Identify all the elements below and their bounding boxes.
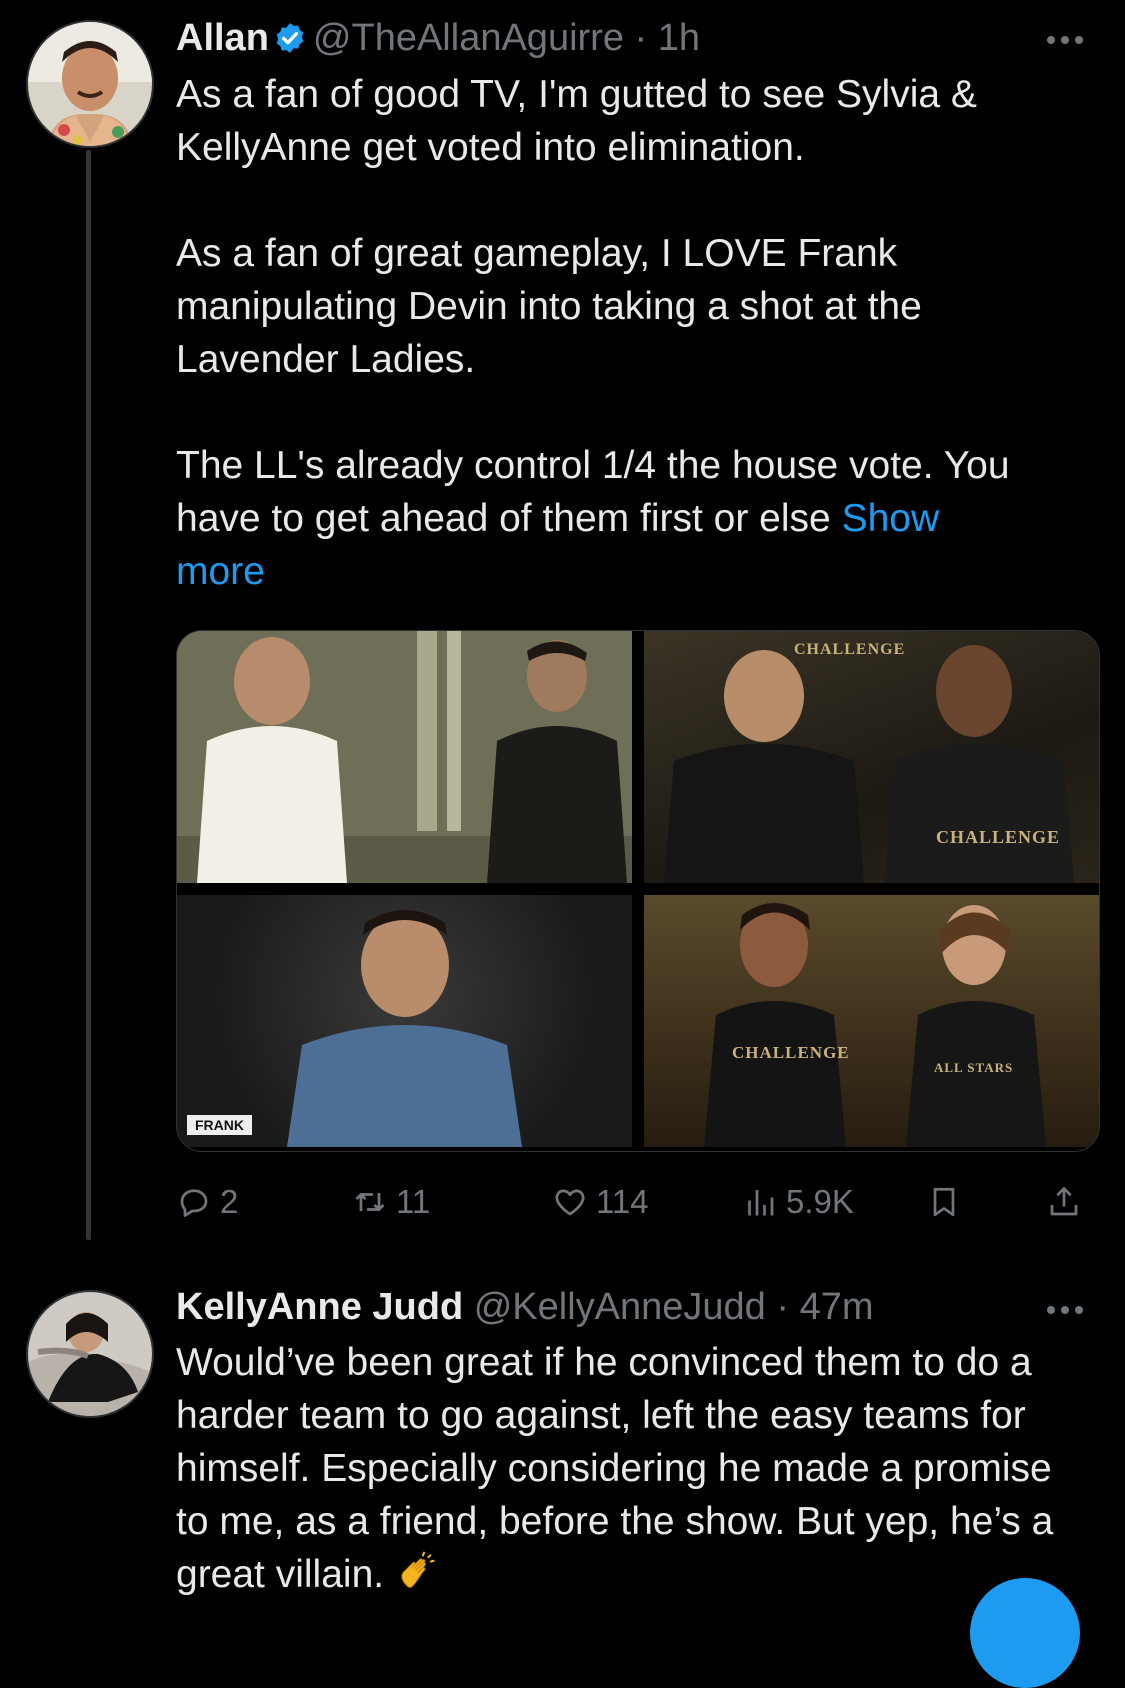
media-badge-3: CHALLENGE (732, 1043, 850, 1062)
repost-icon (355, 1192, 385, 1212)
share-icon (1050, 1187, 1078, 1216)
reply-text: Would’ve been great if he convinced them… (176, 1336, 1056, 1601)
tweet-body: As a fan of good TV, I'm gutted to see S… (176, 68, 1076, 598)
media-badge-2: CHALLENGE (936, 827, 1061, 847)
tweet-body-2: Would’ve been great if he convinced them… (176, 1336, 1056, 1601)
reply-icon (180, 1189, 208, 1217)
media-badge-4: ALL STARS (934, 1060, 1014, 1075)
tweet-paragraph-2: As a fan of great gameplay, I LOVE Frank… (176, 232, 922, 381)
author-handle-2[interactable]: @KellyAnneJudd (474, 1286, 766, 1328)
views-button[interactable]: 5.9K (742, 1180, 854, 1224)
tweet-actions: 2 11 114 5.9K (176, 1180, 1096, 1224)
more-options-icon-2[interactable] (1047, 1300, 1091, 1320)
media-grid[interactable]: CHALLENGE CHALLENGE FRANK CHALLENGE ALL … (176, 630, 1100, 1152)
views-chart-icon (748, 1190, 774, 1216)
like-button[interactable]: 114 (552, 1180, 649, 1224)
heart-icon (555, 1189, 585, 1216)
more-options-icon[interactable] (1047, 30, 1091, 50)
views-count: 5.9K (786, 1183, 854, 1220)
tweet-paragraph-1: As a fan of good TV, I'm gutted to see S… (176, 73, 977, 169)
share-button[interactable] (1046, 1180, 1082, 1224)
reply-count: 2 (220, 1183, 239, 1220)
repost-count: 11 (396, 1183, 431, 1220)
media-photo-2[interactable]: CHALLENGE CHALLENGE (644, 631, 1099, 883)
media-photo-4[interactable]: CHALLENGE ALL STARS (644, 895, 1099, 1147)
media-name-tag: FRANK (187, 1115, 252, 1135)
media-photo-3[interactable]: FRANK (177, 895, 632, 1147)
tweet-header: Allan @TheAllanAguirre · 1h (176, 16, 700, 60)
avatar-allan[interactable] (26, 20, 154, 148)
tweet-time-2[interactable]: · 47m (776, 1286, 873, 1328)
reply-text-content: Would’ve been great if he convinced them… (176, 1341, 1054, 1596)
author-name-2[interactable]: KellyAnne Judd (176, 1286, 463, 1328)
clapping-hands-icon (401, 1551, 435, 1588)
verified-badge-icon (276, 23, 304, 53)
tweet-paragraph-3: The LL's already control 1/4 the house v… (176, 439, 1026, 598)
author-name[interactable]: Allan (176, 17, 269, 59)
like-count: 114 (596, 1183, 649, 1220)
thread-connector-line (86, 150, 91, 1240)
media-badge-1: CHALLENGE (794, 641, 906, 658)
tweet-time[interactable]: · 1h (635, 17, 700, 59)
bookmark-button[interactable] (926, 1180, 962, 1224)
avatar-kellyanne[interactable] (26, 1290, 154, 1418)
author-handle[interactable]: @TheAllanAguirre (313, 17, 624, 59)
tweet-header-2: KellyAnne Judd @KellyAnneJudd · 47m (176, 1285, 874, 1329)
bookmark-icon (933, 1187, 955, 1217)
compose-button[interactable] (970, 1578, 1080, 1688)
repost-button[interactable]: 11 (352, 1180, 430, 1224)
media-photo-1[interactable] (177, 631, 632, 883)
reply-button[interactable]: 2 (176, 1180, 238, 1224)
